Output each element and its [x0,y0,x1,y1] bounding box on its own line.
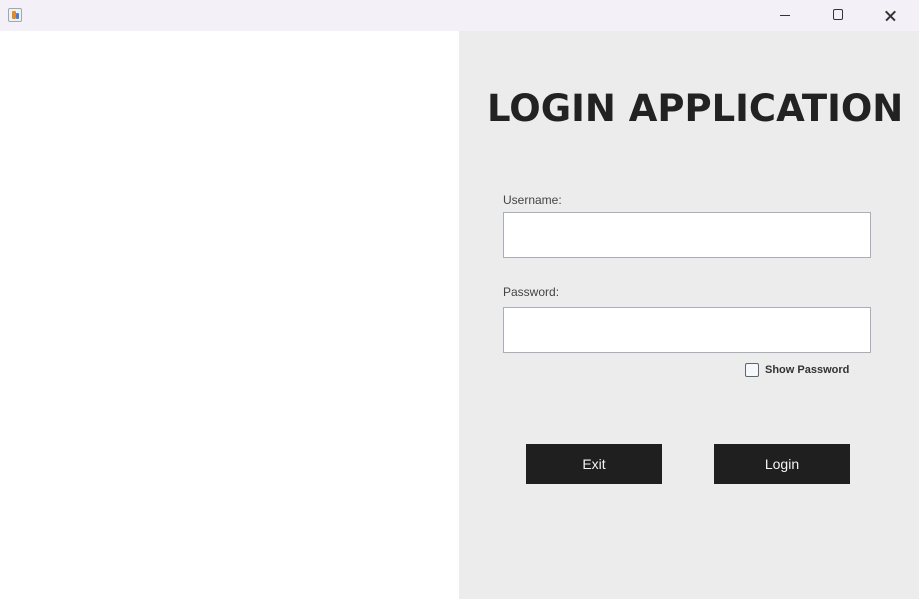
show-password-checkbox[interactable] [745,363,759,377]
login-button[interactable]: Login [714,444,850,484]
java-cup-icon [8,8,22,22]
title-bar[interactable] [0,0,919,31]
password-label: Password: [503,285,560,299]
maximize-button[interactable] [815,0,861,31]
minimize-button[interactable] [762,0,808,31]
show-password-label: Show Password [765,364,850,376]
login-panel: LOGIN APPLICATION Username: Password: Sh… [459,31,919,599]
close-button[interactable] [868,0,914,31]
username-label: Username: [503,193,562,207]
username-field[interactable] [503,212,871,258]
exit-button[interactable]: Exit [526,444,662,484]
page-title: LOGIN APPLICATION [487,87,904,130]
show-password-toggle[interactable]: Show Password [745,362,849,378]
password-field[interactable] [503,307,871,353]
app-window: LOGIN APPLICATION Username: Password: Sh… [0,0,919,599]
left-panel [0,31,459,599]
